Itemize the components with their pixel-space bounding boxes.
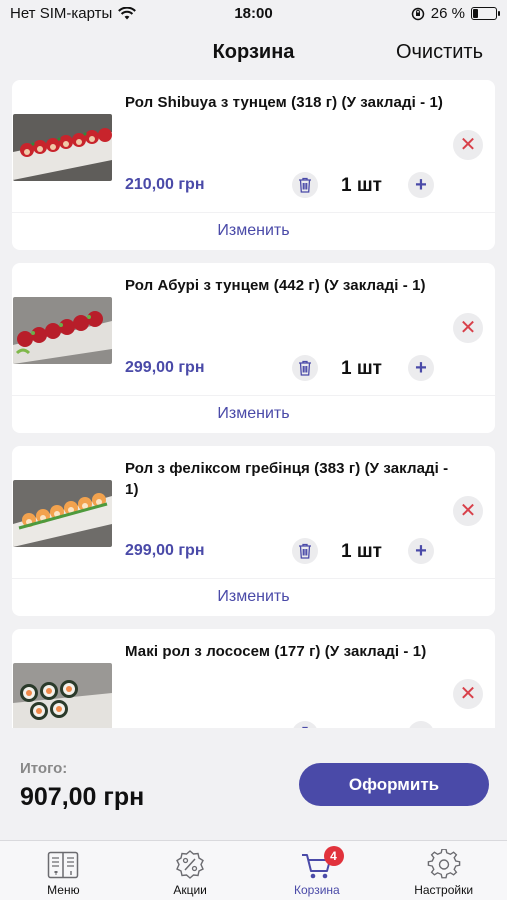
item-price: 210,00 грн	[125, 176, 205, 193]
total-value: 907,00 грн	[20, 783, 145, 811]
item-price: 299,00 грн	[125, 359, 205, 376]
product-image-aburi-roll	[13, 297, 112, 364]
close-icon: ✕	[459, 317, 477, 339]
increase-quantity-button[interactable]: +	[408, 721, 434, 728]
orientation-lock-icon	[411, 7, 425, 20]
cart-item: Макі рол з лососем (177 г) (У закладі - …	[12, 629, 495, 728]
product-image-shibuya-roll	[13, 114, 112, 181]
plus-icon: +	[415, 174, 427, 196]
item-name: Рол Shibuya з тунцем (318 г) (У закладі …	[125, 94, 444, 111]
cart-item: Рол з феліксом гребінця (383 г) (У закла…	[12, 446, 495, 616]
battery-icon	[471, 7, 500, 20]
nav-header: Корзина Очистить	[0, 28, 507, 80]
product-image-salmon-maki	[13, 663, 112, 728]
total-label: Итого:	[20, 760, 68, 777]
product-image-scallop-roll	[13, 480, 112, 547]
increase-quantity-button[interactable]: +	[408, 355, 434, 381]
tab-label: Настройки	[414, 883, 474, 897]
tab-label: Меню	[47, 883, 80, 897]
menu-book-icon	[48, 851, 79, 879]
tab-bar: Меню Акции 4 Корзина Настройки	[0, 840, 507, 900]
close-icon: ✕	[459, 134, 477, 156]
increase-quantity-button[interactable]: +	[408, 172, 434, 198]
battery-level	[473, 9, 478, 18]
tab-cart[interactable]: 4 Корзина	[254, 841, 381, 900]
item-quantity: 1 шт	[341, 358, 382, 379]
item-name: Рол Абурі з тунцем (442 г) (У закладі - …	[125, 277, 426, 294]
remove-item-button[interactable]: ✕	[453, 130, 483, 160]
divider	[12, 395, 495, 396]
cart-item: Рол Shibuya з тунцем (318 г) (У закладі …	[12, 80, 495, 250]
change-item-button[interactable]: Изменить	[12, 222, 495, 240]
cart-list[interactable]: Рол Shibuya з тунцем (318 г) (У закладі …	[0, 80, 507, 728]
checkout-button[interactable]: Оформить	[299, 763, 489, 806]
trash-icon	[299, 543, 311, 559]
change-item-button[interactable]: Изменить	[12, 405, 495, 423]
trash-icon	[299, 177, 311, 193]
item-name: Макі рол з лососем (177 г) (У закладі - …	[125, 643, 427, 660]
tab-promotions[interactable]: Акции	[127, 841, 254, 900]
decrease-quantity-button[interactable]	[292, 538, 318, 564]
trash-icon	[299, 360, 311, 376]
increase-quantity-button[interactable]: +	[408, 538, 434, 564]
divider	[12, 212, 495, 213]
remove-item-button[interactable]: ✕	[453, 496, 483, 526]
percent-badge-icon	[176, 850, 205, 879]
tab-settings[interactable]: Настройки	[380, 841, 507, 900]
tab-label: Акции	[173, 883, 207, 897]
battery-percent: 26 %	[430, 5, 465, 22]
decrease-quantity-button[interactable]	[292, 355, 318, 381]
item-price: 299,00 грн	[125, 542, 205, 559]
divider	[12, 578, 495, 579]
status-right: 26 %	[411, 5, 500, 22]
close-icon: ✕	[459, 500, 477, 522]
order-summary: Итого: 907,00 грн Оформить	[0, 728, 507, 840]
item-quantity: 1 шт	[341, 175, 382, 196]
item-name: Рол з феліксом гребінця (383 г) (У закла…	[125, 460, 449, 498]
status-bar: Нет SIM-карты 18:00 26 %	[0, 0, 507, 28]
clear-cart-button[interactable]: Очистить	[396, 41, 483, 64]
tab-label: Корзина	[294, 883, 340, 897]
tab-menu[interactable]: Меню	[0, 841, 127, 900]
decrease-quantity-button[interactable]	[292, 172, 318, 198]
gear-icon	[427, 849, 460, 879]
close-icon: ✕	[459, 683, 477, 705]
decrease-quantity-button[interactable]	[292, 721, 318, 728]
remove-item-button[interactable]: ✕	[453, 313, 483, 343]
item-quantity: 1 шт	[341, 541, 382, 562]
plus-icon: +	[415, 540, 427, 562]
plus-icon: +	[415, 357, 427, 379]
cart-item: Рол Абурі з тунцем (442 г) (У закладі - …	[12, 263, 495, 433]
cart-count-badge: 4	[323, 846, 344, 866]
remove-item-button[interactable]: ✕	[453, 679, 483, 709]
change-item-button[interactable]: Изменить	[12, 588, 495, 606]
